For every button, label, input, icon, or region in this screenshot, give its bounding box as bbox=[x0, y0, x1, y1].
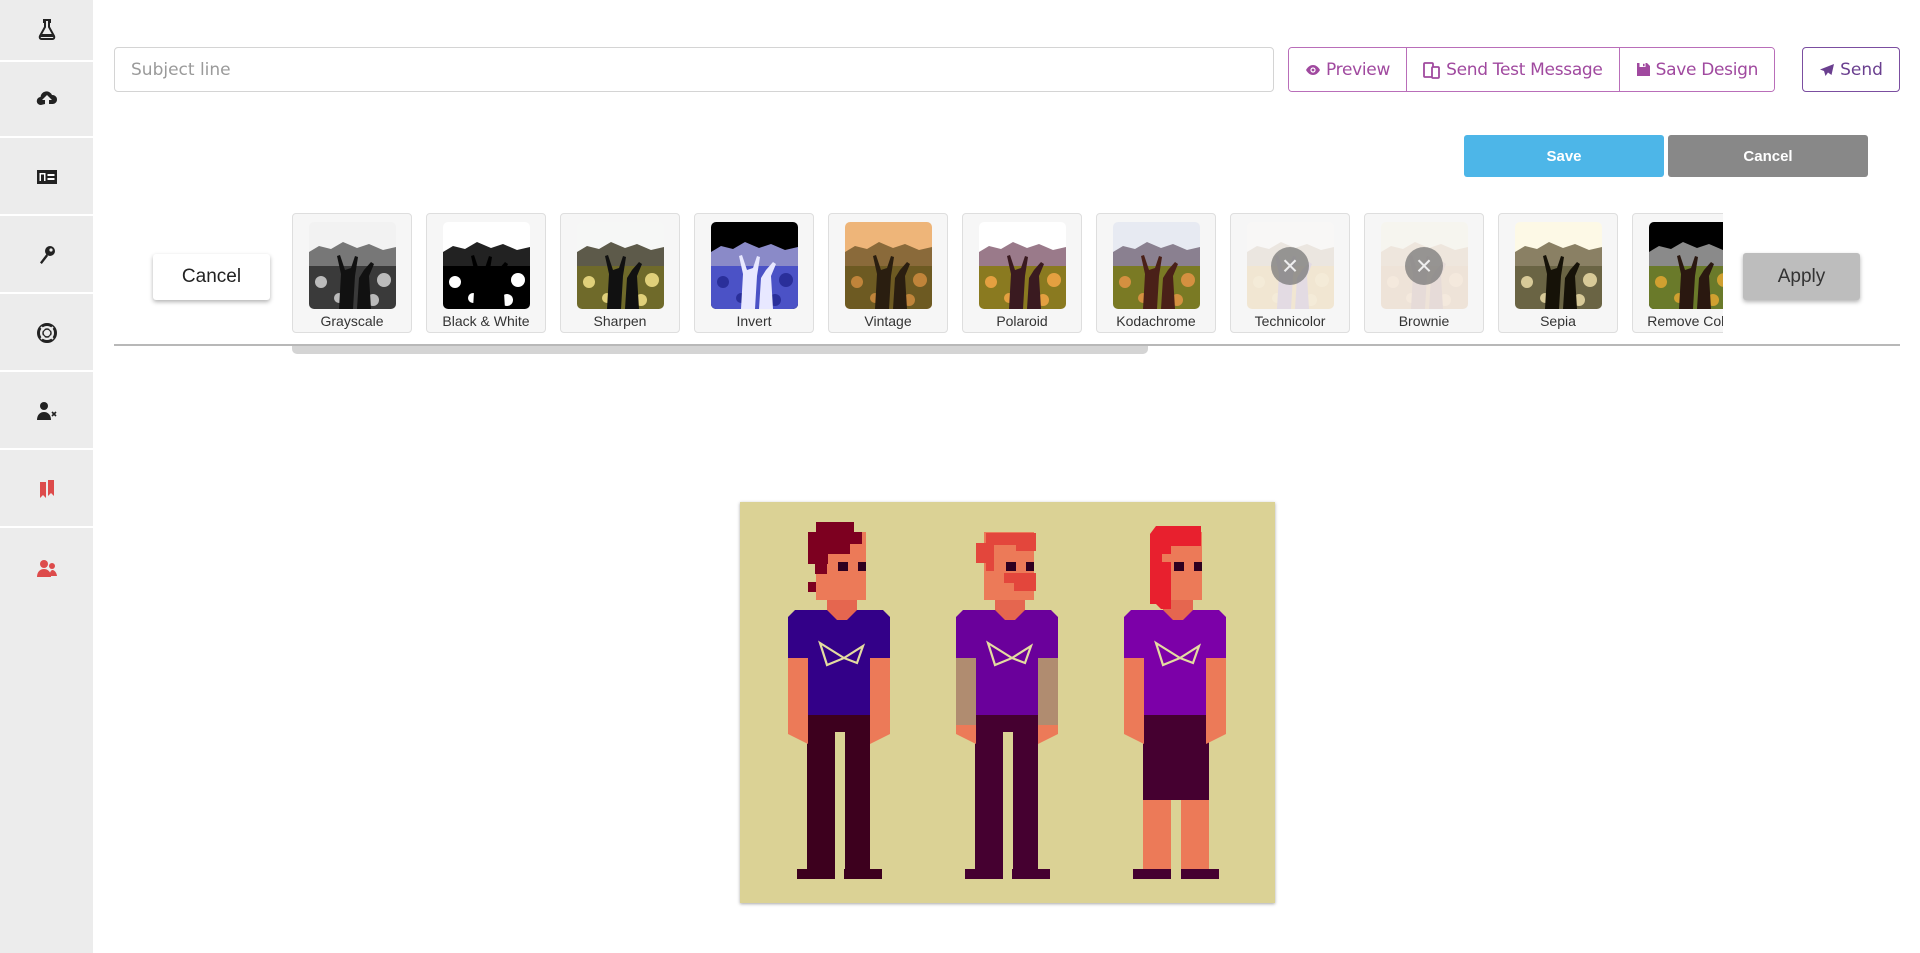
filter-label: Sharpen bbox=[593, 313, 647, 329]
life-ring-icon bbox=[36, 323, 57, 343]
beard bbox=[1004, 573, 1036, 583]
filter-thumbnail bbox=[1113, 222, 1200, 309]
filter-thumbnail: × bbox=[1247, 222, 1334, 309]
users-icon bbox=[36, 560, 57, 577]
arm bbox=[1206, 657, 1226, 744]
preview-button[interactable]: Preview bbox=[1289, 48, 1408, 91]
send-button[interactable]: Send bbox=[1802, 47, 1900, 92]
arm bbox=[1124, 657, 1144, 744]
filter-label: Brownie bbox=[1398, 313, 1450, 329]
filter-thumbnail: × bbox=[1381, 222, 1468, 309]
cloud-upload-icon bbox=[36, 91, 57, 106]
eye bbox=[1006, 562, 1016, 571]
sidebar-item-support[interactable] bbox=[0, 296, 93, 372]
send-label: Send bbox=[1840, 59, 1883, 80]
user-remove-icon bbox=[36, 402, 57, 420]
arm bbox=[788, 657, 808, 744]
save-design-button[interactable]: Save Design bbox=[1619, 48, 1775, 91]
filter-kodachrome[interactable]: Kodachrome bbox=[1096, 213, 1216, 333]
paper-plane-icon bbox=[1820, 63, 1835, 76]
eye bbox=[838, 562, 848, 571]
filter-label: Sepia bbox=[1540, 313, 1576, 329]
filter-label: Kodachrome bbox=[1116, 313, 1196, 329]
sidebar-item-users[interactable] bbox=[0, 530, 93, 606]
skirt bbox=[1143, 715, 1209, 800]
filter-label: Invert bbox=[736, 313, 772, 329]
save-button[interactable]: Save bbox=[1464, 135, 1664, 177]
shoe bbox=[965, 869, 1003, 879]
id-card-icon bbox=[36, 170, 57, 184]
sidebar-item-unsubscribe[interactable] bbox=[0, 374, 93, 450]
filter-sharpen[interactable]: Sharpen bbox=[560, 213, 680, 333]
filter-thumbnail bbox=[443, 222, 530, 309]
filter-label: Technicolor bbox=[1254, 313, 1326, 329]
filter-thumbnail bbox=[845, 222, 932, 309]
filter-bw[interactable]: Black & White bbox=[426, 213, 546, 333]
eye bbox=[858, 562, 866, 571]
filter-sepia[interactable]: Sepia bbox=[1498, 213, 1618, 333]
sidebar-item-bookmarks[interactable] bbox=[0, 452, 93, 528]
shoe bbox=[1133, 869, 1171, 879]
save-design-label: Save Design bbox=[1655, 59, 1759, 80]
floppy-disk-icon bbox=[1636, 63, 1650, 76]
filter-polaroid[interactable]: Polaroid bbox=[962, 213, 1082, 333]
filter-thumbnail bbox=[979, 222, 1066, 309]
send-test-label: Send Test Message bbox=[1446, 59, 1603, 80]
subject-line-input[interactable] bbox=[114, 47, 1274, 92]
filter-label: Vintage bbox=[864, 313, 912, 329]
flask-icon bbox=[38, 19, 55, 40]
preview-label: Preview bbox=[1326, 59, 1391, 80]
filter-thumbnail bbox=[1515, 222, 1602, 309]
filter-thumbnail bbox=[1649, 222, 1723, 309]
key-icon bbox=[39, 246, 55, 264]
pixel-art-image bbox=[740, 502, 1275, 903]
header-action-group: Preview Send Test Message Save Design bbox=[1288, 47, 1776, 92]
eye bbox=[1174, 562, 1184, 571]
filter-technicolor[interactable]: × Technicolor bbox=[1230, 213, 1350, 333]
sidebar-item-test[interactable] bbox=[0, 0, 93, 62]
eye bbox=[1194, 562, 1202, 571]
filter-label: Black & White bbox=[442, 313, 530, 329]
leg bbox=[1181, 800, 1209, 870]
filter-invert[interactable]: Invert bbox=[694, 213, 814, 333]
unavailable-icon: × bbox=[1405, 247, 1443, 285]
canvas-image[interactable] bbox=[740, 502, 1275, 903]
unavailable-icon: × bbox=[1271, 247, 1309, 285]
send-test-message-button[interactable]: Send Test Message bbox=[1407, 48, 1620, 91]
sidebar-item-contact-card[interactable] bbox=[0, 140, 93, 216]
sleeve bbox=[1038, 657, 1058, 725]
eye-icon bbox=[1306, 64, 1320, 75]
filter-removecolor[interactable]: Remove Color bbox=[1632, 213, 1723, 333]
filter-label: Grayscale bbox=[320, 313, 384, 329]
filter-thumbnail bbox=[711, 222, 798, 309]
filter-grayscale[interactable]: Grayscale bbox=[292, 213, 412, 333]
shoe bbox=[844, 869, 882, 879]
sleeve bbox=[956, 657, 976, 725]
shoe bbox=[1181, 869, 1219, 879]
filter-thumbnail bbox=[309, 222, 396, 309]
filter-thumbnail bbox=[577, 222, 664, 309]
arm bbox=[870, 657, 890, 744]
devices-icon bbox=[1423, 61, 1440, 79]
filter-vintage[interactable]: Vintage bbox=[828, 213, 948, 333]
shoe bbox=[1012, 869, 1050, 879]
apply-filter-button[interactable]: Apply bbox=[1743, 253, 1860, 300]
filter-scrollbar[interactable] bbox=[292, 346, 1148, 354]
filter-brownie[interactable]: × Brownie bbox=[1364, 213, 1484, 333]
leg bbox=[1143, 800, 1171, 870]
eye bbox=[1026, 562, 1034, 571]
sidebar-item-keys[interactable] bbox=[0, 218, 93, 294]
filter-strip: Grayscale Black & White Sharpen Invert Vinta… bbox=[292, 212, 1732, 334]
filter-label: Remove Color bbox=[1647, 313, 1723, 329]
sidebar-item-upload[interactable] bbox=[0, 62, 93, 138]
cancel-button[interactable]: Cancel bbox=[1668, 135, 1868, 177]
sidebar bbox=[0, 0, 93, 953]
bookmarks-icon bbox=[39, 480, 54, 498]
filter-cancel-button[interactable]: Cancel bbox=[153, 254, 270, 300]
filter-label: Polaroid bbox=[996, 313, 1048, 329]
shoe bbox=[797, 869, 835, 879]
